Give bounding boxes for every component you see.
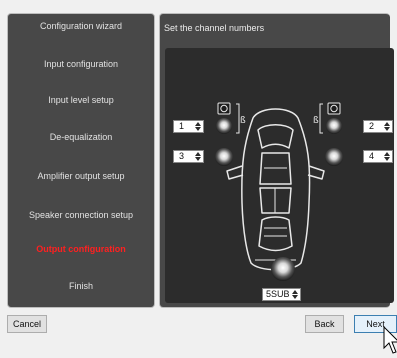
channel-rear-right-spinner[interactable]: 4	[363, 150, 393, 163]
cancel-button[interactable]: Cancel	[7, 315, 47, 333]
channel-front-right-value: 2	[369, 121, 375, 131]
spinner-arrows-icon[interactable]	[193, 151, 202, 162]
step-finish[interactable]: Finish	[8, 280, 154, 292]
spinner-arrows-icon[interactable]	[193, 121, 202, 132]
back-button[interactable]: Back	[305, 315, 344, 333]
step-amplifier-output-setup[interactable]: Amplifier output setup	[8, 170, 154, 182]
content-panel: Set the channel numbers ß ß 1 3 2 4 5SUB	[159, 13, 394, 308]
channel-rear-left-spinner[interactable]: 3	[173, 150, 204, 163]
car-top-view-icon	[226, 108, 325, 271]
speaker-layout-stage: ß ß 1 3 2 4 5SUB	[165, 48, 394, 303]
rear-right-speaker-icon	[325, 148, 343, 166]
front-left-speaker-icon: ß	[216, 102, 246, 134]
channel-subwoofer-spinner[interactable]: 5SUB	[262, 288, 301, 301]
step-de-equalization[interactable]: De-equalization	[8, 131, 154, 143]
spinner-arrows-icon[interactable]	[382, 151, 391, 162]
step-input-level-setup[interactable]: Input level setup	[8, 94, 154, 106]
channel-rear-left-value: 3	[179, 151, 185, 161]
mouse-pointer-icon	[383, 326, 397, 354]
rear-left-speaker-icon	[215, 148, 233, 166]
spinner-arrows-icon[interactable]	[382, 121, 391, 132]
channel-rear-right-value: 4	[369, 151, 375, 161]
step-output-configuration[interactable]: Output configuration	[8, 243, 154, 255]
step-speaker-connection-setup[interactable]: Speaker connection setup	[8, 209, 154, 221]
channel-front-left-spinner[interactable]: 1	[173, 120, 204, 133]
wizard-steps-panel: Configuration wizard Input configuration…	[7, 13, 155, 308]
page-title: Set the channel numbers	[164, 23, 265, 33]
channel-subwoofer-value: 5SUB	[266, 289, 290, 299]
spinner-arrows-icon[interactable]	[290, 289, 299, 300]
channel-front-left-value: 1	[179, 121, 185, 131]
front-right-speaker-icon: ß	[313, 102, 342, 134]
svg-text:ß: ß	[240, 116, 246, 126]
step-input-configuration[interactable]: Input configuration	[8, 58, 154, 70]
step-configuration-wizard[interactable]: Configuration wizard	[8, 20, 154, 32]
svg-text:ß: ß	[313, 116, 319, 126]
channel-front-right-spinner[interactable]: 2	[363, 120, 393, 133]
subwoofer-speaker-icon	[271, 257, 295, 281]
